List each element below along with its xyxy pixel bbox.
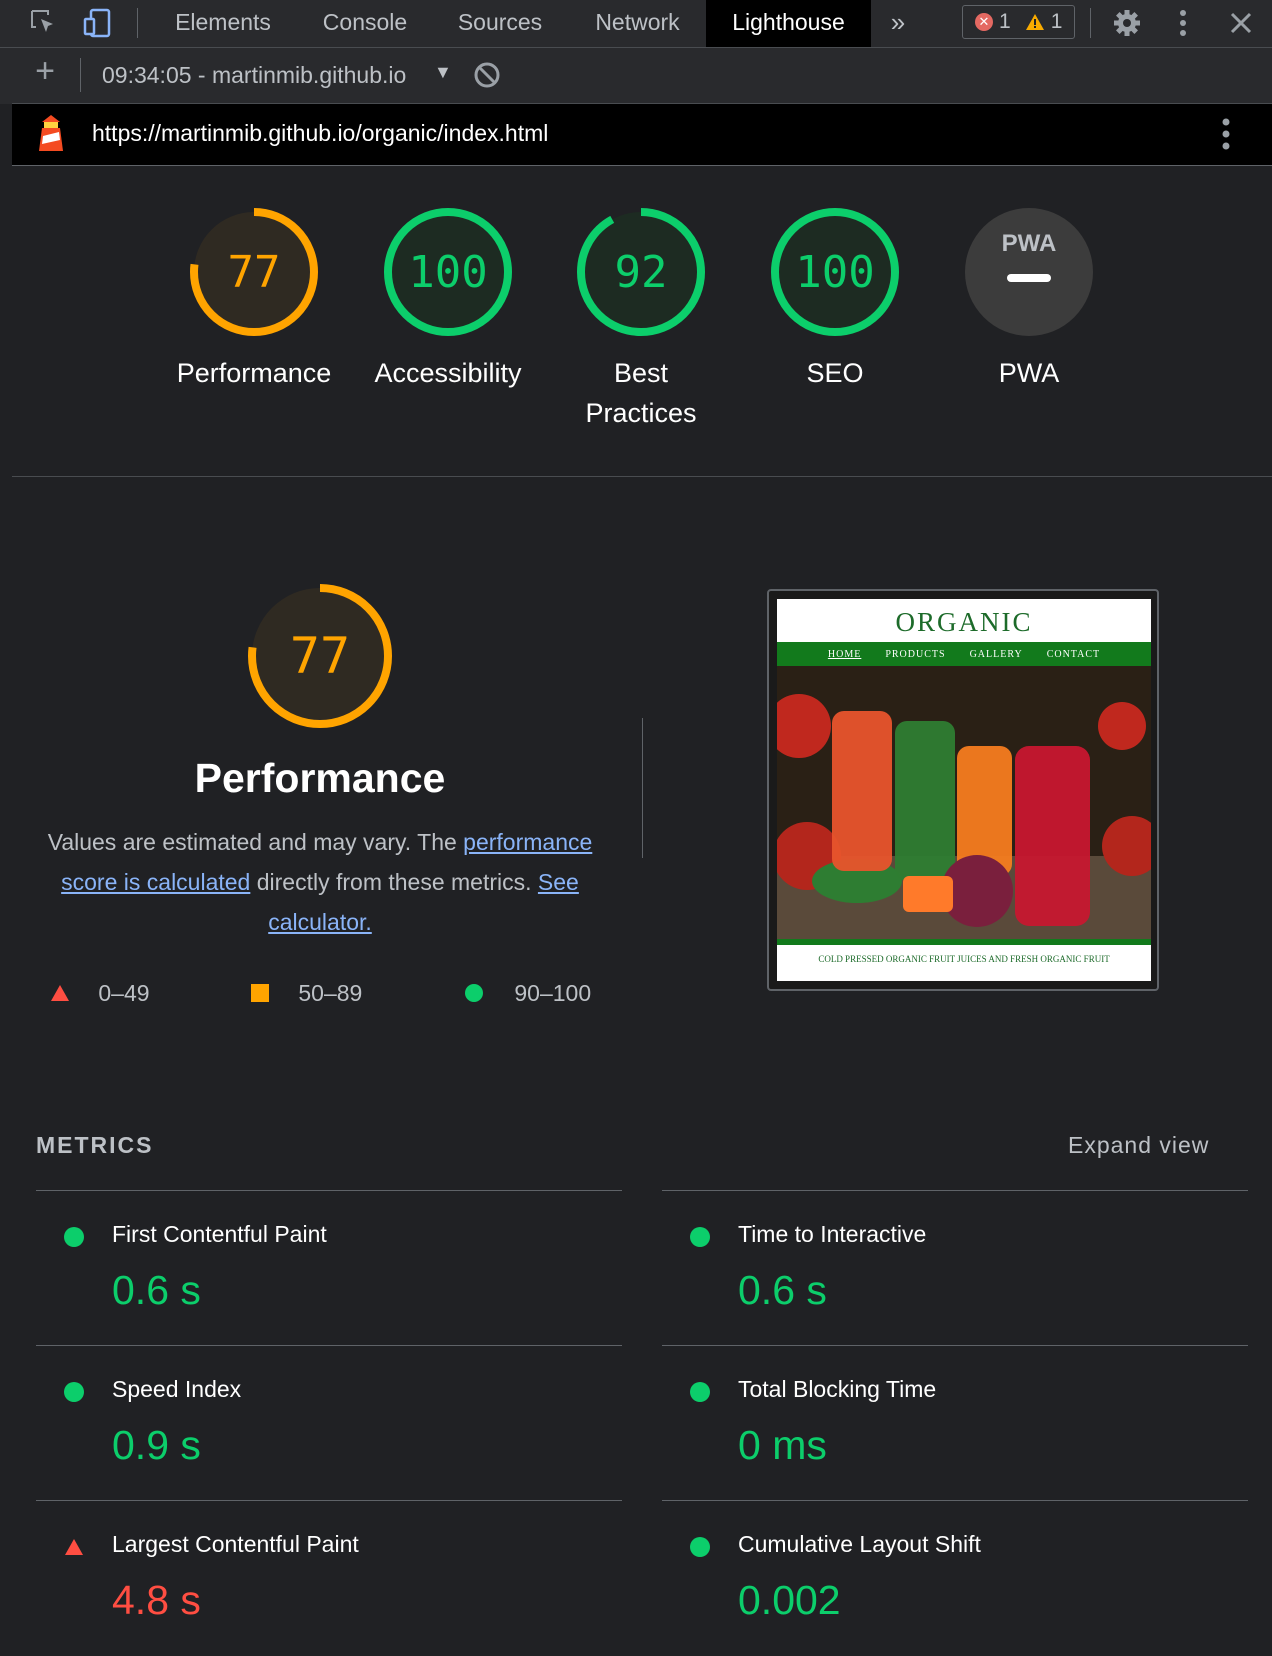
warning-icon: [1025, 14, 1044, 30]
metric-value: 4.8 s: [112, 1577, 201, 1623]
metric-label: Largest Contentful Paint: [112, 1531, 359, 1557]
pass-circle-icon: [690, 1227, 710, 1247]
report-toolbar: + 09:34:05 - martinmib.github.io ▼: [12, 48, 1272, 104]
more-tabs-icon[interactable]: »: [880, 0, 916, 47]
triangle-icon: [51, 985, 69, 1001]
expand-view-toggle[interactable]: Expand view: [1068, 1132, 1209, 1159]
performance-large-score: 77: [290, 627, 350, 685]
device-toolbar-icon[interactable]: [80, 5, 116, 41]
gauge-label-accessibility: Accessibility: [374, 358, 522, 388]
screenshot-page: ORGANIC HOME PRODUCTS GALLERY CONTACT CO…: [777, 599, 1151, 981]
clear-reports-icon[interactable]: [472, 60, 502, 95]
gauge-accessibility[interactable]: 100 Accessibility: [353, 206, 543, 393]
svg-text:77: 77: [228, 247, 281, 298]
best-practices-score-gauge: 92: [577, 208, 705, 336]
pwa-badge-icon: PWA: [965, 208, 1093, 336]
error-icon: ✕: [975, 13, 993, 31]
svg-text:100: 100: [795, 247, 874, 298]
section-divider: [12, 476, 1272, 477]
tab-elements[interactable]: Elements: [158, 0, 288, 47]
metric-label: Total Blocking Time: [738, 1376, 937, 1402]
gauge-label-performance: Performance: [176, 358, 332, 388]
issues-counter[interactable]: ✕ 1 1: [962, 5, 1075, 39]
fail-triangle-icon: [65, 1539, 83, 1555]
metric-label: Cumulative Layout Shift: [738, 1531, 981, 1557]
svg-text:92: 92: [615, 247, 668, 298]
new-report-button[interactable]: +: [30, 52, 60, 91]
report-select[interactable]: 09:34:05 - martinmib.github.io: [102, 62, 432, 89]
vertical-divider: [642, 718, 643, 858]
screenshot-nav: HOME PRODUCTS GALLERY CONTACT: [777, 642, 1151, 666]
tab-sources[interactable]: Sources: [440, 0, 560, 47]
gauge-seo[interactable]: 100 SEO: [740, 206, 930, 393]
metric-time-to-interactive: Time to Interactive 0.6 s: [662, 1190, 1248, 1346]
lighthouse-logo-icon: [38, 114, 64, 157]
metric-value: 0.002: [738, 1577, 841, 1623]
metric-value: 0.9 s: [112, 1422, 201, 1468]
juice-photo-image: [777, 666, 1151, 939]
pwa-badge-text: PWA: [1002, 230, 1057, 257]
settings-gear-icon[interactable]: [1109, 5, 1145, 41]
metric-total-blocking-time: Total Blocking Time 0 ms: [662, 1345, 1248, 1501]
pass-circle-icon: [64, 1227, 84, 1247]
metric-label: Speed Index: [112, 1376, 242, 1402]
tab-console[interactable]: Console: [305, 0, 425, 47]
performance-large-gauge: 77: [246, 582, 394, 735]
chevron-down-icon[interactable]: ▼: [434, 62, 452, 83]
metric-value: 0.6 s: [738, 1267, 827, 1313]
report-url-bar: https://martinmib.github.io/organic/inde…: [12, 104, 1272, 166]
metrics-heading: METRICS: [36, 1132, 154, 1158]
close-devtools-icon[interactable]: [1223, 5, 1259, 41]
pass-circle-icon: [690, 1382, 710, 1402]
gauge-label-seo: SEO: [806, 358, 864, 388]
screenshot-site-title: ORGANIC: [895, 607, 1033, 637]
inspect-element-icon[interactable]: [26, 5, 62, 41]
performance-title: Performance: [194, 755, 446, 801]
metric-largest-contentful-paint: Largest Contentful Paint 4.8 s: [36, 1500, 622, 1656]
circle-icon: [465, 984, 483, 1002]
metric-value: 0.6 s: [112, 1267, 201, 1313]
gauge-best-practices[interactable]: 92 Best Practices: [546, 206, 736, 433]
error-count: 1: [999, 10, 1011, 33]
metric-label: Time to Interactive: [738, 1221, 927, 1247]
performance-score-gauge: 77: [190, 208, 318, 336]
legend-fail: 0–49: [50, 980, 150, 1007]
gauge-label-pwa: PWA: [998, 358, 1060, 388]
devtools-tab-bar: Elements Console Sources Network Lightho…: [0, 0, 1272, 48]
tab-lighthouse[interactable]: Lighthouse: [706, 0, 871, 47]
gauge-label-best-practices: Best Practices: [585, 358, 697, 428]
left-gutter: [0, 48, 12, 104]
square-icon: [251, 984, 269, 1002]
legend-pass: 90–100: [464, 980, 591, 1007]
seo-score-gauge: 100: [771, 208, 899, 336]
warning-count: 1: [1050, 10, 1063, 33]
metric-speed-index: Speed Index 0.9 s: [36, 1345, 622, 1501]
final-screenshot[interactable]: ORGANIC HOME PRODUCTS GALLERY CONTACT CO…: [767, 589, 1159, 991]
metric-value: 0 ms: [738, 1422, 827, 1468]
pass-circle-icon: [64, 1382, 84, 1402]
accessibility-score-gauge: 100: [384, 208, 512, 336]
metric-label: First Contentful Paint: [112, 1221, 327, 1247]
pass-circle-icon: [690, 1537, 710, 1557]
performance-description: Values are estimated and may vary. The p…: [47, 829, 593, 935]
audited-url[interactable]: https://martinmib.github.io/organic/inde…: [92, 120, 548, 147]
metric-first-contentful-paint: First Contentful Paint 0.6 s: [36, 1190, 622, 1346]
legend-average: 50–89: [250, 980, 362, 1007]
screenshot-footer: COLD PRESSED ORGANIC FRUIT JUICES AND FR…: [777, 939, 1151, 975]
gauge-performance[interactable]: 77 Performance: [159, 206, 349, 393]
gauge-pwa[interactable]: PWA PWA: [934, 206, 1124, 393]
svg-text:100: 100: [408, 247, 487, 298]
more-options-icon[interactable]: [1165, 5, 1201, 41]
report-menu-icon[interactable]: [1222, 118, 1230, 155]
tab-network[interactable]: Network: [575, 0, 700, 47]
metric-cumulative-layout-shift: Cumulative Layout Shift 0.002: [662, 1500, 1248, 1656]
